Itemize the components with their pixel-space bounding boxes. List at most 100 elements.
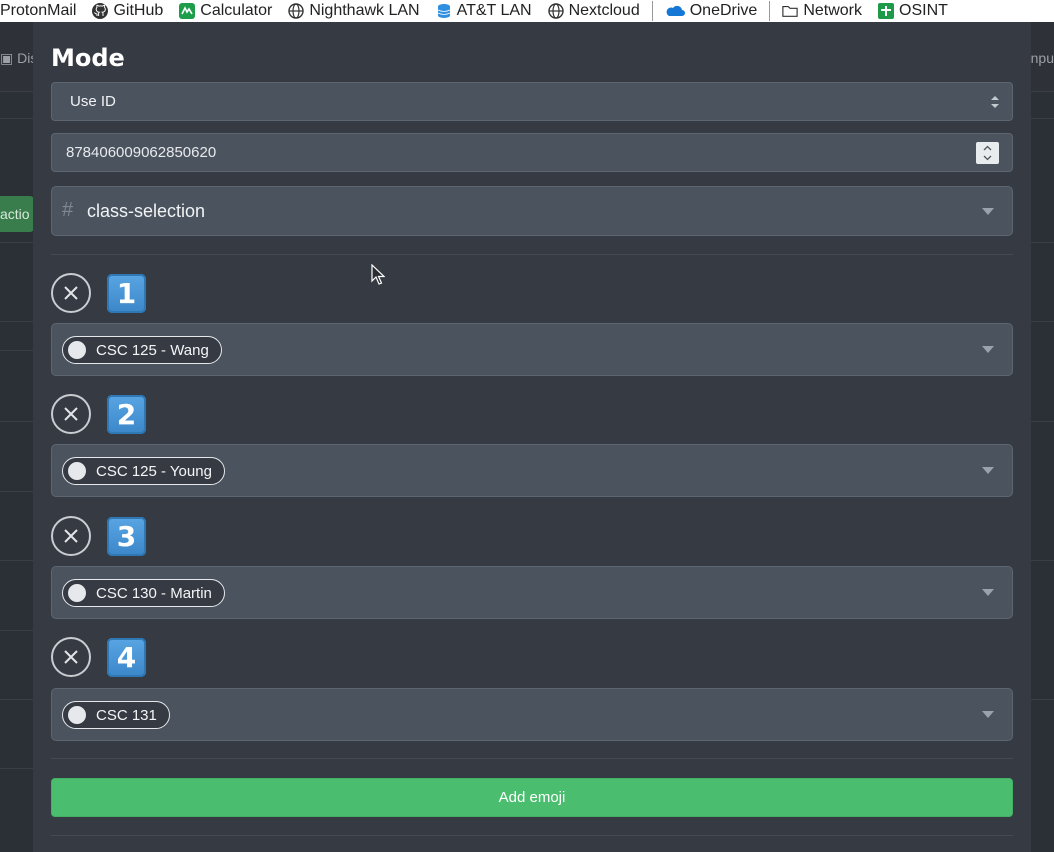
bookmark-label: Network [803, 2, 862, 19]
role-color-dot [68, 584, 86, 602]
background-right-label: npu [1030, 50, 1054, 66]
chevron-down-icon [982, 467, 994, 474]
role-chip-label: CSC 131 [96, 706, 157, 724]
role-chip: CSC 131 [62, 701, 170, 729]
background-divider [0, 421, 34, 422]
osint-icon [878, 3, 894, 19]
remove-row-button[interactable] [51, 273, 91, 313]
bookmark-label: Nighthawk LAN [309, 2, 420, 19]
bookmark-label: ProtonMail [0, 2, 77, 19]
remove-row-button[interactable] [51, 516, 91, 556]
background-divider [1031, 242, 1054, 243]
role-select[interactable]: CSC 125 - Wang [51, 323, 1013, 376]
remove-row-button[interactable] [51, 394, 91, 434]
add-emoji-button[interactable]: Add emoji [51, 778, 1013, 817]
bookmarks-bar: ProtonMail GitHub Calculator Nighthawk L… [0, 0, 1054, 22]
mode-modal: Mode Use ID 878406009062850620 # class-s… [33, 22, 1031, 852]
role-color-dot [68, 706, 86, 724]
bookmark-protonmail[interactable]: ProtonMail [0, 0, 84, 22]
close-icon [64, 407, 78, 421]
role-select[interactable]: CSC 131 [51, 688, 1013, 741]
chevron-down-icon [982, 346, 994, 353]
close-icon [64, 529, 78, 543]
bookmark-onedrive[interactable]: OneDrive [657, 0, 766, 22]
keycap-emoji[interactable]: 4 [107, 637, 146, 677]
remove-row-button[interactable] [51, 637, 91, 677]
number-spinner[interactable] [976, 142, 999, 164]
bookmark-github[interactable]: GitHub [84, 0, 171, 22]
channel-select-value: class-selection [87, 201, 206, 221]
id-input-value: 878406009062850620 [66, 144, 217, 161]
globe-icon [547, 3, 564, 19]
close-icon [64, 286, 78, 300]
bookmark-label: Nextcloud [568, 2, 640, 19]
close-icon [64, 650, 78, 664]
bookmark-osint[interactable]: OSINT [870, 0, 956, 22]
bookmark-label: OneDrive [689, 2, 758, 19]
emoji-row-header: 1 [51, 273, 146, 313]
section-divider [51, 254, 1013, 255]
role-chip: CSC 125 - Wang [62, 336, 222, 364]
mouse-cursor-icon [371, 264, 385, 285]
role-chip-label: CSC 130 - Martin [96, 584, 212, 602]
emoji-row-header: 2 [51, 394, 146, 434]
background-divider [0, 560, 34, 561]
section-divider [51, 835, 1013, 836]
background-divider [0, 321, 34, 322]
background-divider [0, 630, 34, 631]
role-color-dot [68, 341, 86, 359]
bookmark-att-lan[interactable]: AT&T LAN [428, 0, 540, 22]
background-divider [1031, 118, 1054, 119]
modal-title: Mode [51, 44, 125, 72]
globe-icon [288, 3, 305, 19]
background-divider [1031, 421, 1054, 422]
id-input[interactable]: 878406009062850620 [51, 133, 1013, 172]
database-icon [436, 3, 452, 19]
bookmark-label: AT&T LAN [456, 2, 532, 19]
background-divider [0, 768, 34, 769]
bookmark-network[interactable]: Network [774, 0, 870, 22]
role-color-dot [68, 462, 86, 480]
keycap-emoji[interactable]: 1 [107, 273, 146, 313]
section-divider [51, 758, 1013, 759]
updown-icon [990, 94, 1000, 110]
chevron-down-icon [982, 711, 994, 718]
background-divider [0, 242, 34, 243]
background-action-button: actio [0, 196, 34, 232]
background-divider [0, 491, 34, 492]
role-chip: CSC 125 - Young [62, 457, 225, 485]
bookmark-label: GitHub [113, 2, 164, 19]
bookmark-label: Calculator [200, 2, 273, 19]
bookmark-label: OSINT [899, 2, 948, 19]
calculator-icon [179, 3, 196, 19]
emoji-row-header: 3 [51, 516, 146, 556]
bookmark-nighthawk-lan[interactable]: Nighthawk LAN [280, 0, 427, 22]
role-chip: CSC 130 - Martin [62, 579, 225, 607]
background-tab-label: ▣ Dis [0, 50, 38, 66]
emoji-row-header: 4 [51, 637, 146, 677]
role-select[interactable]: CSC 125 - Young [51, 444, 1013, 497]
role-chip-label: CSC 125 - Young [96, 462, 212, 480]
mode-select[interactable]: Use ID [51, 82, 1013, 121]
mode-select-value: Use ID [70, 93, 116, 110]
channel-hash-icon: # [62, 199, 74, 221]
channel-select[interactable]: # class-selection [51, 186, 1013, 236]
role-select[interactable]: CSC 130 - Martin [51, 566, 1013, 619]
background-divider [1031, 699, 1054, 700]
role-chip-label: CSC 125 - Wang [96, 341, 209, 359]
background-divider [0, 118, 34, 119]
folder-icon [782, 3, 799, 19]
background-divider [1031, 560, 1054, 561]
bookmark-calculator[interactable]: Calculator [171, 0, 280, 22]
chevron-down-icon [982, 208, 994, 215]
keycap-emoji[interactable]: 2 [107, 394, 146, 434]
keycap-emoji[interactable]: 3 [107, 516, 146, 556]
bookmarks-separator [769, 1, 771, 21]
github-icon [92, 3, 109, 19]
background-divider [0, 699, 34, 700]
onedrive-icon [665, 3, 685, 19]
bookmark-nextcloud[interactable]: Nextcloud [540, 0, 648, 22]
chevron-down-icon [982, 589, 994, 596]
bookmarks-separator [651, 1, 653, 21]
background-divider [0, 350, 34, 351]
